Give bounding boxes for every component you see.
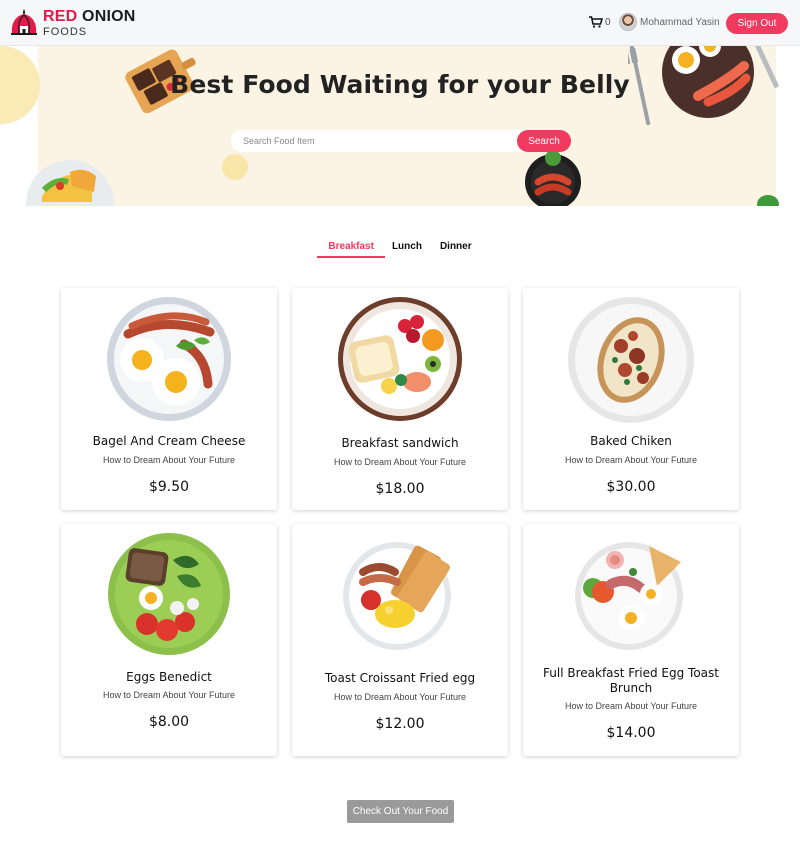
food-card[interactable]: Eggs Benedict How to Dream About Your Fu… [61,524,277,756]
food-description: How to Dream About Your Future [564,455,698,465]
brand-logo[interactable]: RED ONION FOODS [8,7,136,39]
tab-dinner[interactable]: Dinner [431,241,481,252]
food-card[interactable]: Bagel And Cream Cheese How to Dream Abou… [61,288,277,510]
food-name: Eggs Benedict [126,670,212,684]
meal-tabs: Breakfast Lunch Dinner [0,241,800,258]
cart-icon [589,16,603,28]
brand-sub: FOODS [43,25,88,38]
food-card[interactable]: Full Breakfast Fried Egg Toast Brunch Ho… [523,524,739,756]
food-description: How to Dream About Your Future [102,455,236,465]
taco-plate-image [26,160,114,206]
food-card[interactable]: Toast Croissant Fried egg How to Dream A… [292,524,508,756]
food-price: $14.00 [606,725,656,741]
avatar [619,13,637,31]
food-description: How to Dream About Your Future [333,692,467,702]
food-name: Breakfast sandwich [341,436,459,450]
search-bar: Search [231,130,571,152]
food-description: How to Dream About Your Future [102,690,236,700]
bread-fruit-plate-image [338,297,462,421]
search-button[interactable]: Search [517,130,571,152]
food-name: Toast Croissant Fried egg [324,671,476,685]
baked-potato-bacon-plate-image [568,297,694,423]
food-name: Full Breakfast Fried Egg Toast Brunch [543,666,719,695]
food-card[interactable]: Breakfast sandwich How to Dream About Yo… [292,288,508,510]
fried-eggs-bacon-plate-image [107,297,231,421]
navbar: RED ONION FOODS 0 Mohammad Yasin Sign Ou… [0,0,800,46]
user-name: Mohammad Yasin [640,16,720,28]
herb-leaf-image [757,195,779,206]
cart-count: 0 [605,16,611,28]
food-price: $9.50 [148,479,190,495]
user-profile[interactable]: Mohammad Yasin [619,13,720,31]
tab-breakfast[interactable]: Breakfast [317,241,385,258]
food-name: Baked Chiken [590,434,672,448]
food-description: How to Dream About Your Future [564,701,698,711]
food-price: $18.00 [375,481,425,497]
brand-name-red: RED [43,7,78,25]
rye-bread-egg-salad-plate-image [108,533,230,655]
full-english-breakfast-plate-image [575,542,683,650]
cart-button[interactable]: 0 [589,16,611,28]
food-price: $30.00 [606,479,656,495]
toast-sausage-scrambled-egg-plate-image [343,542,451,650]
onion-icon [11,9,37,35]
food-description: How to Dream About Your Future [333,457,467,467]
tab-lunch[interactable]: Lunch [383,241,431,252]
food-card[interactable]: Baked Chiken How to Dream About Your Fut… [523,288,739,510]
hero-title: Best Food Waiting for your Belly [170,70,630,99]
checkout-button[interactable]: Check Out Your Food [347,800,454,823]
food-price: $12.00 [375,716,425,732]
sign-out-button[interactable]: Sign Out [726,13,788,34]
food-price: $8.00 [148,714,190,730]
decor-circle [222,154,248,180]
sausage-pan-image [525,150,581,206]
search-input[interactable] [231,130,521,152]
brand-name-dark: ONION [82,7,136,25]
food-name: Bagel And Cream Cheese [92,434,246,448]
